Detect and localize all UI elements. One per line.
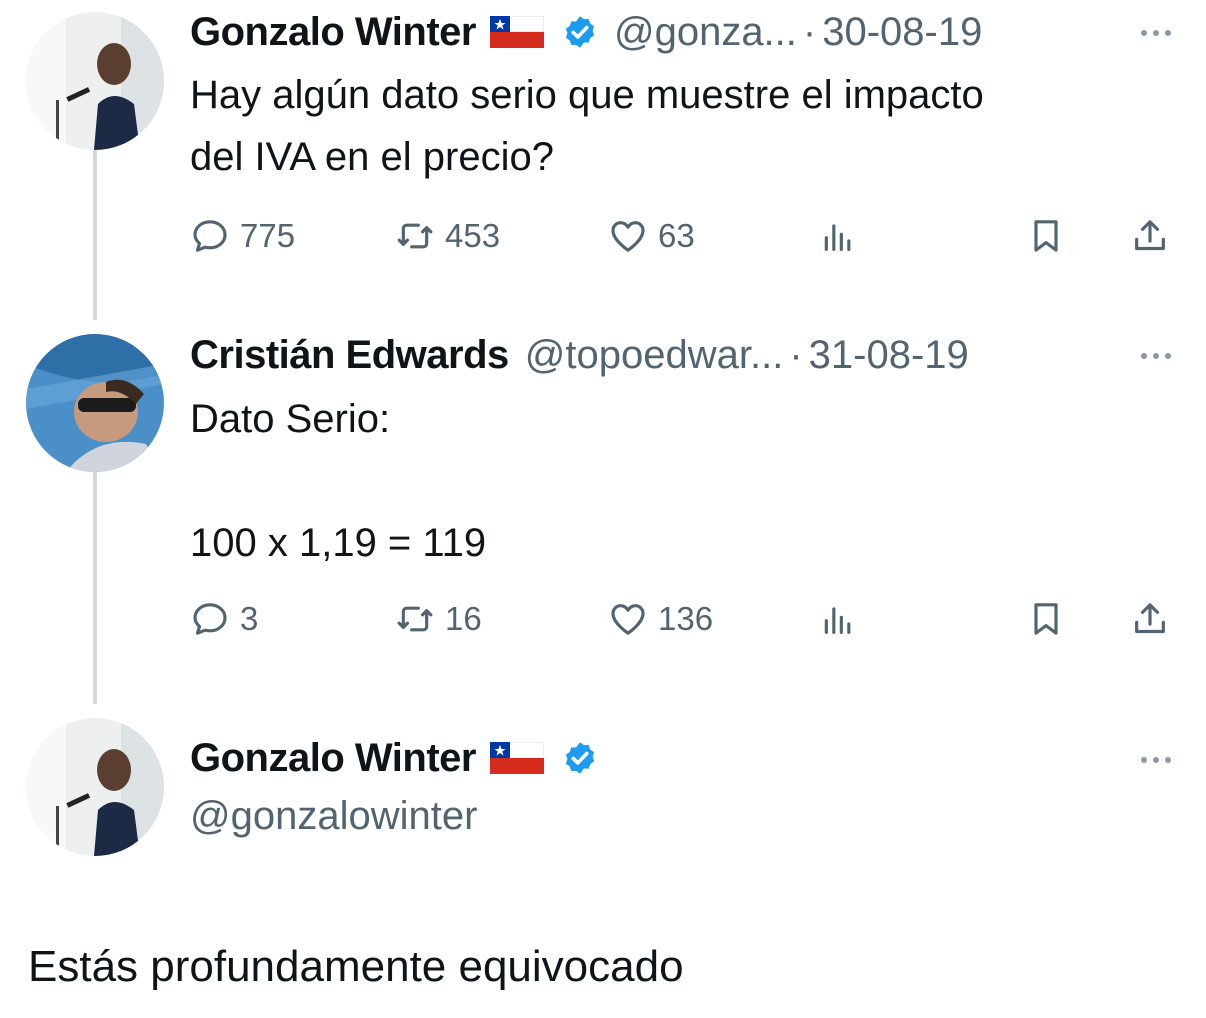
retweet-button[interactable]: 16 bbox=[395, 594, 482, 644]
speech-bubble-icon bbox=[190, 216, 230, 256]
share-button[interactable] bbox=[1130, 594, 1170, 644]
bookmark-button[interactable] bbox=[1026, 594, 1066, 644]
separator: · bbox=[789, 332, 803, 377]
thread-line bbox=[93, 150, 97, 320]
reply-count: 775 bbox=[240, 217, 296, 254]
separator: · bbox=[802, 9, 817, 54]
share-icon bbox=[1130, 599, 1170, 639]
display-name[interactable]: Gonzalo Winter bbox=[190, 736, 476, 781]
display-name[interactable]: Gonzalo Winter bbox=[190, 10, 476, 55]
retweet-icon bbox=[395, 599, 435, 639]
tweet-header: Cristián Edwards @topoedwar... · 31-08-1… bbox=[190, 330, 969, 380]
retweet-count: 453 bbox=[445, 217, 501, 254]
retweet-icon bbox=[395, 216, 435, 256]
tweet-header: Gonzalo Winter @gonza... · 30-08-19 bbox=[190, 7, 982, 57]
like-count: 136 bbox=[658, 600, 714, 637]
chile-flag-icon bbox=[489, 742, 544, 774]
speech-bubble-icon bbox=[190, 599, 230, 639]
user-handle[interactable]: @gonzalowinter bbox=[190, 794, 477, 839]
retweet-count: 16 bbox=[445, 600, 482, 637]
like-button[interactable]: 63 bbox=[608, 211, 695, 261]
verified-badge-icon bbox=[562, 14, 598, 50]
reply-count: 3 bbox=[240, 600, 259, 637]
tweet-text: Estás profundamente equivocado bbox=[28, 942, 684, 991]
tweet-text: Hay algún dato serio que muestre el impa… bbox=[190, 73, 984, 179]
heart-icon bbox=[608, 216, 648, 256]
more-dots-icon[interactable] bbox=[1136, 23, 1176, 43]
reply-button[interactable]: 775 bbox=[190, 211, 295, 261]
bookmark-icon bbox=[1026, 216, 1066, 256]
tweet-header: Gonzalo Winter bbox=[190, 733, 598, 783]
user-handle[interactable]: @gonza... bbox=[614, 10, 797, 55]
like-button[interactable]: 136 bbox=[608, 594, 713, 644]
share-icon bbox=[1130, 216, 1170, 256]
bookmark-button[interactable] bbox=[1026, 211, 1066, 261]
more-dots-icon[interactable] bbox=[1136, 346, 1176, 366]
thread-line bbox=[93, 472, 97, 704]
action-bar: 775 453 63 bbox=[190, 211, 1180, 261]
bookmark-icon bbox=[1026, 599, 1066, 639]
avatar[interactable] bbox=[26, 334, 164, 472]
reply-button[interactable]: 3 bbox=[190, 594, 258, 644]
heart-icon bbox=[608, 599, 648, 639]
views-button[interactable] bbox=[818, 594, 858, 644]
avatar[interactable] bbox=[26, 718, 164, 856]
bar-chart-icon bbox=[818, 599, 858, 639]
more-dots-icon[interactable] bbox=[1136, 750, 1176, 770]
views-button[interactable] bbox=[818, 211, 858, 261]
share-button[interactable] bbox=[1130, 211, 1170, 261]
retweet-button[interactable]: 453 bbox=[395, 211, 500, 261]
chile-flag-icon bbox=[489, 16, 544, 48]
bar-chart-icon bbox=[818, 216, 858, 256]
tweet-date[interactable]: 31-08-19 bbox=[809, 333, 969, 378]
tweet-text: Dato Serio: 100 x 1,19 = 119 bbox=[190, 397, 487, 565]
tweet-date[interactable]: 30-08-19 bbox=[822, 10, 982, 55]
display-name[interactable]: Cristián Edwards bbox=[190, 333, 509, 378]
verified-badge-icon bbox=[562, 740, 598, 776]
avatar[interactable] bbox=[26, 12, 164, 150]
like-count: 63 bbox=[658, 217, 695, 254]
action-bar: 3 16 136 bbox=[190, 594, 1180, 644]
user-handle[interactable]: @topoedwar... bbox=[525, 333, 784, 378]
